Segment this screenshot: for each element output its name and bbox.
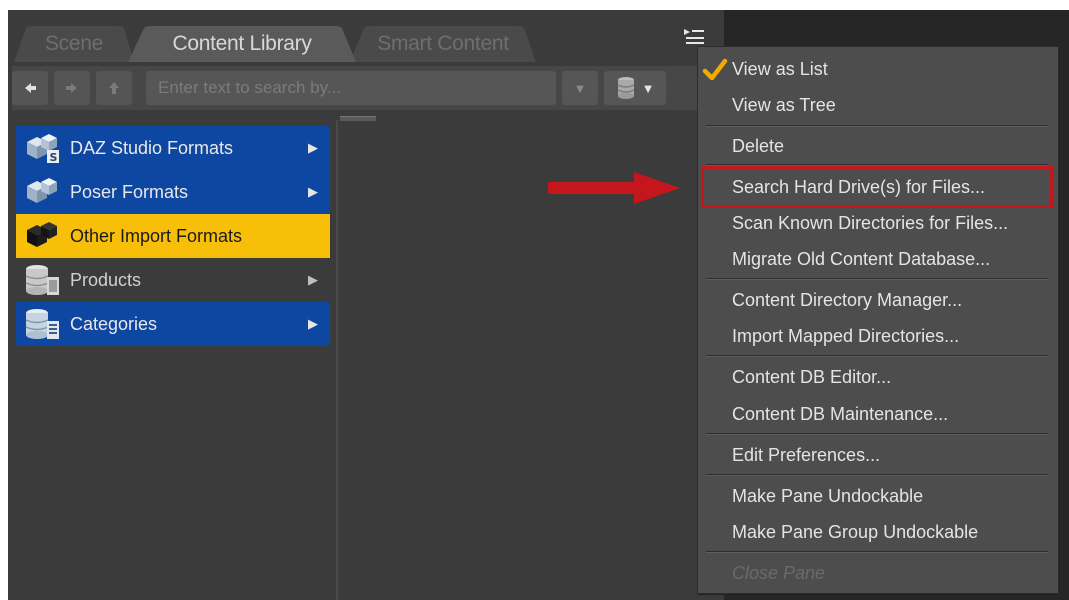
poser-format-icon xyxy=(22,175,62,209)
menu-item-edit-preferences[interactable]: Edit Preferences... xyxy=(698,437,1060,473)
import-format-icon xyxy=(22,219,62,253)
back-button[interactable] xyxy=(12,71,48,105)
forward-button[interactable] xyxy=(54,71,90,105)
menu-item-import-mapped-directories[interactable]: Import Mapped Directories... xyxy=(698,318,1060,354)
daz-studio-window: Scene Smart Content Content Library Ente… xyxy=(0,0,1069,600)
tab-scene[interactable]: Scene xyxy=(14,26,134,62)
toolbar: Enter text to search by... ▼ ▼ xyxy=(12,66,722,110)
submenu-arrow-icon: ▶ xyxy=(308,272,318,287)
tree-item-label: Other Import Formats xyxy=(70,225,243,246)
tree-item-daz-studio-formats[interactable]: S DAZ Studio Formats ▶ xyxy=(16,126,330,170)
tab-content-library[interactable]: Content Library xyxy=(128,26,356,62)
submenu-arrow-icon: ▶ xyxy=(308,140,318,155)
arrow-up-icon xyxy=(109,82,119,94)
daz-format-icon: S xyxy=(22,131,62,165)
tab-scene-label: Scene xyxy=(44,32,104,55)
tab-smart-content[interactable]: Smart Content xyxy=(350,26,536,62)
menu-item-delete[interactable]: Delete xyxy=(698,128,1060,164)
menu-separator xyxy=(706,125,1048,127)
menu-item-make-pane-undockable[interactable]: Make Pane Undockable xyxy=(698,478,1060,514)
menu-item-scan-known-directories[interactable]: Scan Known Directories for Files... xyxy=(698,205,1060,241)
arrow-right-icon xyxy=(66,83,77,93)
splitter-handle[interactable] xyxy=(340,116,376,121)
menu-item-view-as-list[interactable]: View as List xyxy=(698,51,1060,87)
tree-item-products[interactable]: Products ▶ xyxy=(16,258,330,302)
svg-text:S: S xyxy=(50,151,58,164)
tree-item-label: DAZ Studio Formats xyxy=(70,137,234,158)
menu-separator xyxy=(706,551,1048,553)
menu-item-content-db-editor[interactable]: Content DB Editor... xyxy=(698,359,1060,395)
annotation-arrow-icon xyxy=(548,172,680,204)
chevron-down-icon: ▼ xyxy=(573,80,587,96)
search-dropdown-button[interactable]: ▼ xyxy=(562,71,598,105)
menu-separator xyxy=(706,433,1048,435)
database-icon xyxy=(617,77,634,99)
menu-item-content-directory-manager[interactable]: Content Directory Manager... xyxy=(698,282,1060,318)
menu-item-search-hard-drives[interactable]: Search Hard Drive(s) for Files... xyxy=(698,169,1060,205)
tree-item-label: Products xyxy=(70,269,142,290)
menu-item-close-pane: Close Pane xyxy=(732,563,826,583)
tree-item-poser-formats[interactable]: Poser Formats ▶ xyxy=(16,170,330,214)
products-icon xyxy=(22,263,62,297)
menu-item-content-db-maintenance[interactable]: Content DB Maintenance... xyxy=(698,396,1060,432)
menu-separator xyxy=(706,355,1048,357)
tab-smart-content-label: Smart Content xyxy=(377,32,509,55)
pane-menu-button[interactable] xyxy=(682,26,708,48)
up-button[interactable] xyxy=(96,71,132,105)
search-placeholder: Enter text to search by... xyxy=(158,78,341,97)
tree-item-other-import-formats[interactable]: Other Import Formats xyxy=(16,214,330,258)
submenu-arrow-icon: ▶ xyxy=(308,184,318,199)
arrow-left-icon xyxy=(25,83,36,93)
menu-separator xyxy=(706,474,1048,476)
submenu-arrow-icon: ▶ xyxy=(308,316,318,331)
tree-item-categories[interactable]: Categories ▶ xyxy=(16,302,330,346)
pane-options-icon xyxy=(684,29,704,44)
content-tree: S DAZ Studio Formats ▶ Poser Formats ▶ O… xyxy=(16,126,330,346)
pane-divider[interactable] xyxy=(336,120,338,600)
tree-item-label: Categories xyxy=(70,313,158,334)
menu-item-view-as-tree[interactable]: View as Tree xyxy=(698,87,1060,123)
tree-item-label: Poser Formats xyxy=(70,181,189,202)
categories-icon xyxy=(22,307,62,341)
menu-separator xyxy=(706,164,1048,166)
menu-item-migrate-old-database[interactable]: Migrate Old Content Database... xyxy=(698,241,1060,277)
database-menu-button[interactable]: ▼ xyxy=(604,71,666,105)
chevron-down-icon: ▼ xyxy=(641,80,655,96)
menu-item-make-pane-group-undockable[interactable]: Make Pane Group Undockable xyxy=(698,514,1060,550)
tab-content-library-label: Content Library xyxy=(172,32,312,55)
pane-options-menu: View as List View as Tree Delete Search … xyxy=(697,46,1059,594)
menu-separator xyxy=(706,278,1048,280)
search-input[interactable]: Enter text to search by... xyxy=(146,71,556,105)
